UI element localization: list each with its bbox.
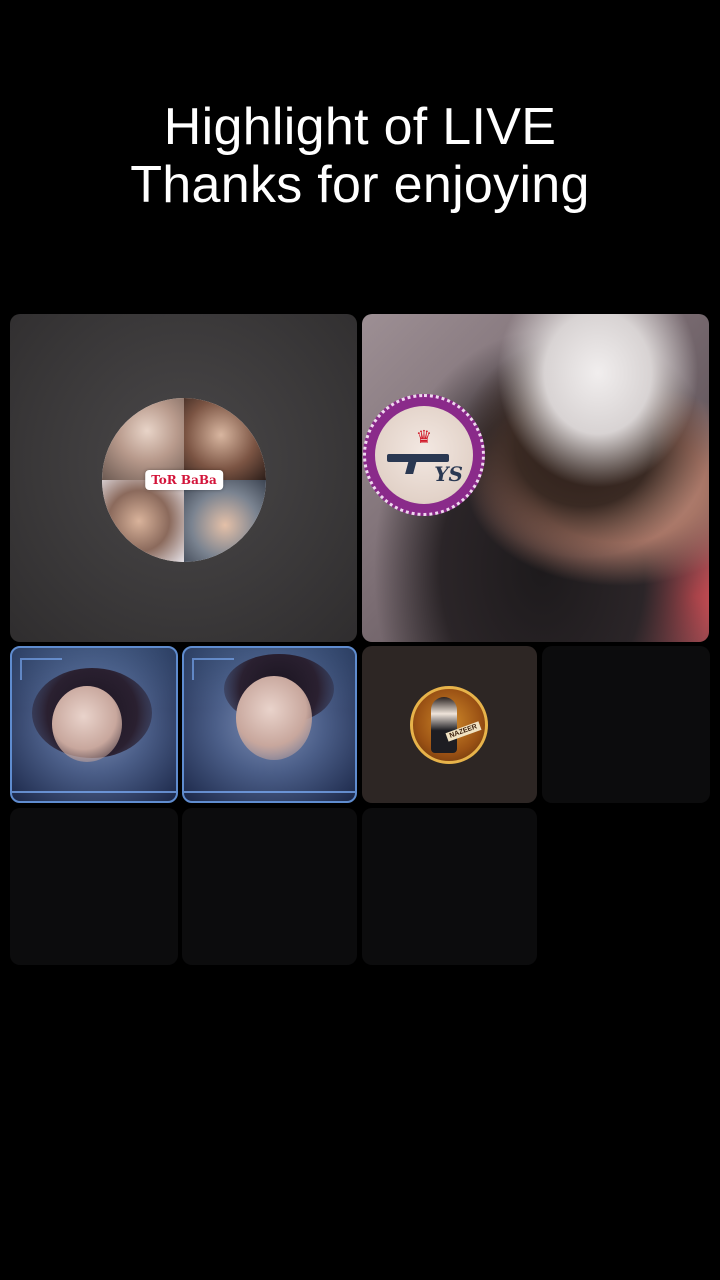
headline: Highlight of LIVE Thanks for enjoying bbox=[0, 98, 720, 214]
guest-avatar: NAZEER bbox=[410, 686, 488, 764]
guest-video-tile[interactable]: ♛ YS bbox=[362, 314, 709, 642]
empty-seat-tile bbox=[10, 808, 178, 965]
crown-icon: ♛ bbox=[415, 427, 433, 447]
host-avatar: ToR BaBa bbox=[102, 398, 266, 562]
empty-seat-tile bbox=[542, 646, 710, 803]
avatar-collage-photo bbox=[102, 480, 184, 562]
guest-avatar-badge: ♛ YS bbox=[363, 394, 485, 516]
headline-subtitle: Thanks for enjoying bbox=[130, 156, 590, 214]
photo-face bbox=[236, 676, 312, 760]
avatar-collage-photo bbox=[102, 398, 184, 480]
circuit-decoration bbox=[12, 791, 176, 793]
guest-video-tile-small[interactable] bbox=[182, 646, 357, 803]
avatar-collage-photo bbox=[184, 480, 266, 562]
headline-title: Highlight of LIVE bbox=[163, 98, 557, 156]
avatar-figure bbox=[431, 697, 457, 753]
empty-seat-tile bbox=[182, 808, 357, 965]
empty-seat-tile bbox=[362, 808, 537, 965]
photo-face bbox=[52, 686, 122, 762]
rifle-icon bbox=[387, 454, 449, 462]
circuit-decoration bbox=[184, 791, 355, 793]
guest-audio-tile[interactable]: NAZEER bbox=[362, 646, 537, 803]
avatar-collage-photo bbox=[184, 398, 266, 480]
avatar-label: ToR BaBa bbox=[145, 470, 223, 490]
host-video-tile[interactable]: ToR BaBa bbox=[10, 314, 357, 642]
badge-inner: ♛ YS bbox=[375, 406, 473, 504]
live-highlight-screen: Highlight of LIVE Thanks for enjoying To… bbox=[0, 0, 720, 1280]
badge-text: YS bbox=[434, 462, 463, 486]
guest-video-tile-small[interactable] bbox=[10, 646, 178, 803]
